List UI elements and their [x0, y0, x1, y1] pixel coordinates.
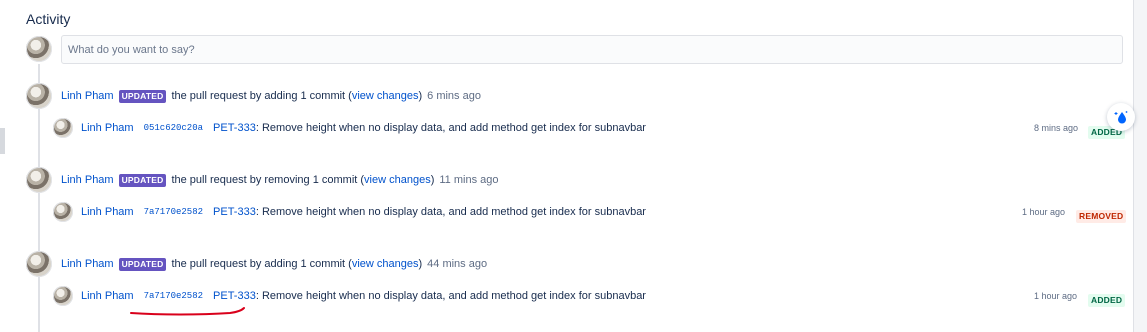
avatar: [26, 251, 52, 277]
issue-link[interactable]: PET-333: [213, 290, 256, 302]
comment-input[interactable]: [62, 36, 1122, 63]
activity-event: Linh Pham UPDATED the pull request by ad…: [61, 88, 481, 104]
close-paren: ): [418, 258, 423, 270]
commit-time: 1 hour ago: [1034, 291, 1078, 301]
event-action-text: the pull request by adding 1 commit (: [171, 258, 352, 270]
commit-row: Linh Pham 7a7170e2582 PET-333: Remove he…: [81, 288, 646, 304]
close-paren: ): [430, 174, 435, 186]
removed-badge: REMOVED: [1076, 210, 1127, 223]
issue-link[interactable]: PET-333: [213, 122, 256, 134]
current-user-avatar: [26, 36, 52, 62]
issue-link[interactable]: PET-333: [213, 206, 256, 218]
view-changes-link[interactable]: view changes: [352, 90, 419, 102]
event-time: 44 mins ago: [427, 258, 488, 270]
avatar: [26, 167, 52, 193]
avatar: [26, 83, 52, 109]
view-changes-link[interactable]: view changes: [364, 174, 431, 186]
commit-author-link[interactable]: Linh Pham: [81, 122, 134, 134]
activity-event: Linh Pham UPDATED the pull request by re…: [61, 172, 498, 188]
event-action-text: the pull request by adding 1 commit (: [171, 90, 352, 102]
commit-time: 8 mins ago: [1034, 123, 1079, 133]
commit-time: 1 hour ago: [1022, 207, 1066, 217]
commit-row: Linh Pham 7a7170e2582 PET-333: Remove he…: [81, 204, 646, 220]
commit-message: : Remove height when no display data, an…: [255, 122, 646, 134]
commit-author-link[interactable]: Linh Pham: [81, 290, 134, 302]
left-edge-marker: [0, 128, 5, 154]
commit-message: : Remove height when no display data, an…: [255, 290, 646, 302]
commit-author-link[interactable]: Linh Pham: [81, 206, 134, 218]
author-link[interactable]: Linh Pham: [61, 258, 114, 270]
added-badge: ADDED: [1088, 294, 1126, 307]
author-link[interactable]: Linh Pham: [61, 174, 114, 186]
view-changes-link[interactable]: view changes: [352, 258, 419, 270]
commit-row: Linh Pham 051c620c20a PET-333: Remove he…: [81, 120, 646, 136]
updated-badge: UPDATED: [118, 257, 167, 271]
avatar: [53, 202, 73, 222]
commit-hash-link[interactable]: 7a7170e2582: [144, 207, 203, 217]
updated-badge: UPDATED: [118, 173, 167, 187]
floating-action-button[interactable]: [1107, 103, 1135, 131]
avatar: [53, 118, 73, 138]
activity-event: Linh Pham UPDATED the pull request by ad…: [61, 256, 487, 272]
commit-hash-link[interactable]: 7a7170e2582: [144, 291, 203, 301]
activity-title: Activity: [26, 11, 71, 27]
commit-hash-link[interactable]: 051c620c20a: [144, 123, 203, 133]
event-action-text: the pull request by removing 1 commit (: [171, 174, 365, 186]
avatar: [53, 286, 73, 306]
commit-message: : Remove height when no display data, an…: [255, 206, 646, 218]
right-scroll-gutter: [1133, 0, 1147, 332]
event-time: 6 mins ago: [427, 90, 481, 102]
updated-badge: UPDATED: [118, 89, 167, 103]
red-underline-annotation: [130, 307, 245, 316]
event-time: 11 mins ago: [439, 174, 499, 186]
water-drop-sparkle-icon: [1114, 111, 1128, 124]
author-link[interactable]: Linh Pham: [61, 90, 114, 102]
comment-box[interactable]: [61, 35, 1123, 64]
close-paren: ): [418, 90, 423, 102]
